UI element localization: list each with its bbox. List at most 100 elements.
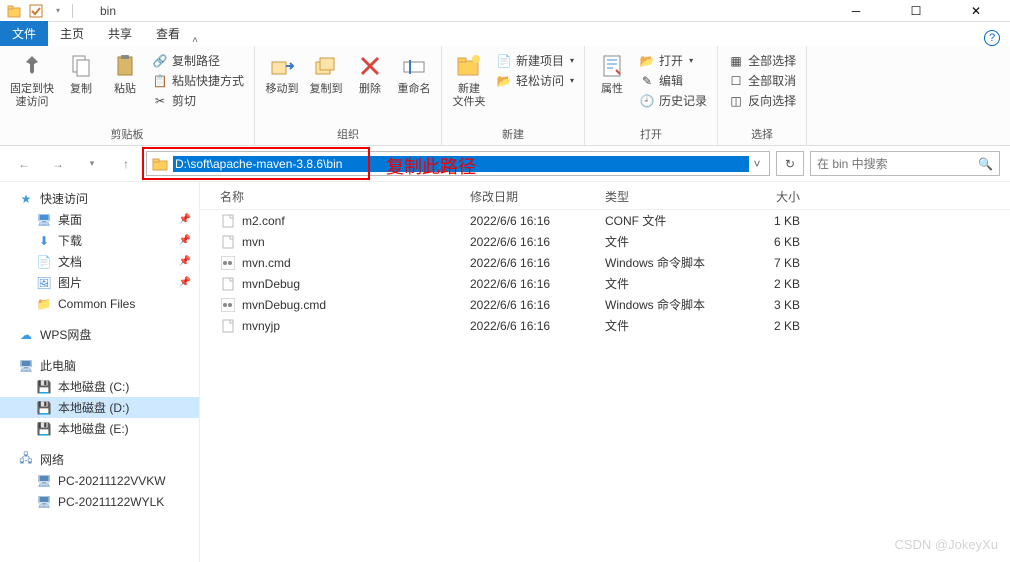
search-box[interactable]: 🔍 — [810, 151, 1000, 176]
sidebar-item[interactable]: ⬇下载📌 — [0, 230, 199, 251]
pin-icon: 📌 — [179, 277, 191, 288]
paste-button[interactable]: 粘贴 — [104, 49, 146, 98]
maximize-button[interactable]: ☐ — [898, 4, 934, 18]
item-icon: ⬇ — [36, 233, 52, 249]
file-row[interactable]: mvnDebug.cmd2022/6/6 16:16Windows 命令脚本3 … — [200, 294, 1010, 315]
copy-path-button[interactable]: 🔗复制路径 — [148, 51, 248, 70]
easy-access-icon: 📂 — [496, 73, 512, 89]
separator — [72, 4, 92, 18]
col-date[interactable]: 修改日期 — [470, 188, 605, 205]
pin-icon: 📌 — [179, 256, 191, 267]
drive-icon: 💾 — [36, 421, 52, 437]
file-row[interactable]: mvnyjp2022/6/6 16:16文件2 KB — [200, 315, 1010, 336]
pin-quick-access-button[interactable]: 固定到快 速访问 — [6, 49, 58, 111]
file-icon — [220, 297, 236, 313]
sidebar-wps[interactable]: ☁WPS网盘 — [0, 324, 199, 345]
edit-button[interactable]: ✎编辑 — [635, 71, 711, 90]
tab-home[interactable]: 主页 — [48, 21, 96, 46]
easy-access-button[interactable]: 📂轻松访问▾ — [492, 71, 578, 90]
paste-shortcut-button[interactable]: 📋粘贴快捷方式 — [148, 71, 248, 90]
item-label: 图片 — [58, 274, 82, 291]
invert-select-button[interactable]: ◫反向选择 — [724, 91, 800, 110]
file-date: 2022/6/6 16:16 — [470, 256, 605, 270]
open-item-button[interactable]: 📂打开▾ — [635, 51, 711, 70]
item-label: 文档 — [58, 253, 82, 270]
item-label: PC-20211122WYLK — [58, 495, 164, 509]
qat-checked-icon[interactable] — [26, 2, 46, 20]
ribbon-group-new: 新建 文件夹 📄新建项目▾ 📂轻松访问▾ 新建 — [442, 46, 585, 145]
file-row[interactable]: mvn2022/6/6 16:16文件6 KB — [200, 231, 1010, 252]
item-label: 桌面 — [58, 211, 82, 228]
pin-icon: 📌 — [179, 235, 191, 246]
tab-file[interactable]: 文件 — [0, 21, 48, 46]
sidebar-quick-access[interactable]: ★快速访问 — [0, 188, 199, 209]
column-headers: 名称 修改日期 类型 大小 — [200, 182, 1010, 210]
address-wrapper: D:\soft\apache-maven-3.8.6\bin ˅ 复制此路径 — [146, 151, 770, 176]
help-icon[interactable]: ? — [984, 30, 1000, 46]
sidebar-item[interactable]: 📁Common Files — [0, 293, 199, 314]
sidebar-network-pc[interactable]: 🖥PC-20211122VVKW — [0, 470, 199, 491]
rename-button[interactable]: 重命名 — [393, 49, 435, 98]
pc-icon: 🖥 — [36, 494, 52, 510]
address-dropdown-icon[interactable]: ˅ — [749, 157, 765, 171]
search-input[interactable] — [817, 157, 978, 171]
tab-view[interactable]: 查看 — [144, 21, 192, 46]
history-button[interactable]: 🕘历史记录 — [635, 91, 711, 110]
sidebar-network[interactable]: 🖧网络 — [0, 449, 199, 470]
select-all-button[interactable]: ▦全部选择 — [724, 51, 800, 70]
pin-icon: 📌 — [179, 214, 191, 225]
tab-share[interactable]: 共享 — [96, 21, 144, 46]
select-none-button[interactable]: ☐全部取消 — [724, 71, 800, 90]
file-type: 文件 — [605, 317, 740, 334]
minimize-ribbon-icon[interactable]: ˄ — [192, 35, 198, 46]
qat-dropdown-icon[interactable]: ▾ — [48, 2, 68, 20]
copy-to-button[interactable]: 复制到 — [305, 49, 347, 98]
copy-button[interactable]: 复制 — [60, 49, 102, 98]
item-label: 本地磁盘 (C:) — [58, 378, 129, 395]
content-area: ★快速访问 🖥桌面📌⬇下载📌📄文档📌🖼图片📌📁Common Files ☁WPS… — [0, 182, 1010, 562]
file-size: 3 KB — [740, 298, 800, 312]
scissors-icon: ✂ — [152, 93, 168, 109]
history-dropdown[interactable]: ▾ — [78, 152, 106, 176]
pin-icon — [17, 51, 47, 81]
back-button[interactable]: ← — [10, 152, 38, 176]
file-name: mvn.cmd — [242, 256, 291, 270]
item-icon: 📄 — [36, 254, 52, 270]
pc-icon: 🖥 — [18, 358, 34, 374]
address-text[interactable]: D:\soft\apache-maven-3.8.6\bin — [173, 156, 749, 172]
col-type[interactable]: 类型 — [605, 188, 740, 205]
minimize-button[interactable]: ─ — [838, 4, 874, 18]
sidebar-this-pc[interactable]: 🖥此电脑 — [0, 355, 199, 376]
refresh-button[interactable]: ↻ — [776, 151, 804, 176]
new-folder-button[interactable]: 新建 文件夹 — [448, 49, 490, 111]
address-bar[interactable]: D:\soft\apache-maven-3.8.6\bin ˅ — [146, 151, 770, 176]
properties-button[interactable]: 属性 — [591, 49, 633, 98]
file-row[interactable]: mvn.cmd2022/6/6 16:16Windows 命令脚本7 KB — [200, 252, 1010, 273]
file-type: CONF 文件 — [605, 212, 740, 229]
sidebar-item[interactable]: 🖼 图片 📌 — [0, 272, 199, 293]
sidebar-drive[interactable]: 💾本地磁盘 (E:) — [0, 418, 199, 439]
sidebar-item[interactable]: 📄 文档 📌 — [0, 251, 199, 272]
new-item-button[interactable]: 📄新建项目▾ — [492, 51, 578, 70]
item-icon: 🖼 — [36, 275, 52, 291]
file-row[interactable]: m2.conf2022/6/6 16:16CONF 文件1 KB — [200, 210, 1010, 231]
window-title: bin — [100, 4, 116, 18]
move-to-button[interactable]: 移动到 — [261, 49, 303, 98]
item-icon: 🖥 — [36, 212, 52, 228]
sidebar-drive[interactable]: 💾本地磁盘 (C:) — [0, 376, 199, 397]
sidebar-item[interactable]: 🖥 桌面 📌 — [0, 209, 199, 230]
up-button[interactable]: ↑ — [112, 152, 140, 176]
delete-button[interactable]: 删除 — [349, 49, 391, 98]
col-name[interactable]: 名称 — [220, 188, 470, 205]
sidebar-network-pc[interactable]: 🖥 PC-20211122WYLK — [0, 491, 199, 512]
forward-button[interactable]: → — [44, 152, 72, 176]
search-icon[interactable]: 🔍 — [978, 157, 993, 171]
group-label: 选择 — [724, 124, 800, 144]
file-type: 文件 — [605, 233, 740, 250]
cut-button[interactable]: ✂剪切 — [148, 91, 248, 110]
close-button[interactable]: ✕ — [958, 4, 994, 18]
file-icon — [220, 255, 236, 271]
sidebar-drive[interactable]: 💾本地磁盘 (D:) — [0, 397, 199, 418]
file-row[interactable]: mvnDebug2022/6/6 16:16文件2 KB — [200, 273, 1010, 294]
col-size[interactable]: 大小 — [740, 188, 800, 205]
